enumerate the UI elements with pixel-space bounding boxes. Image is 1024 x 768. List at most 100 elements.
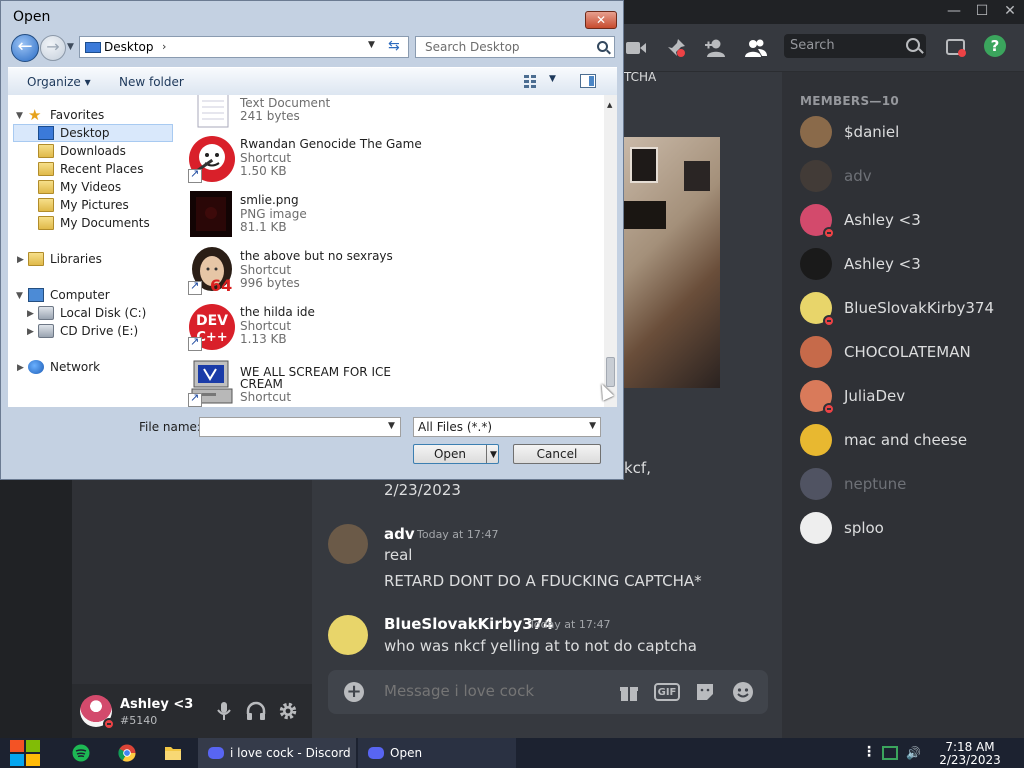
address-dropdown-icon[interactable]: ▼ <box>368 40 375 50</box>
member-item[interactable]: neptune <box>800 464 1020 504</box>
view-options-icon[interactable] <box>524 73 542 89</box>
preview-pane-icon[interactable] <box>580 74 596 88</box>
nav-computer[interactable]: Computer <box>28 286 110 304</box>
member-avatar[interactable] <box>800 468 832 500</box>
nav-my-pictures[interactable]: My Pictures <box>38 196 129 214</box>
file-item[interactable]: DEVC++ the hilda ide Shortcut 1.13 KB <box>186 303 596 359</box>
recent-locations-icon[interactable]: ▼ <box>67 42 74 52</box>
member-avatar[interactable] <box>800 204 835 239</box>
member-avatar[interactable] <box>800 424 832 456</box>
user-name[interactable]: Ashley <3 <box>120 697 193 712</box>
taskbar-open-dialog-window[interactable]: Open <box>358 738 516 768</box>
dialog-close-button[interactable]: ✕ <box>585 11 617 29</box>
microphone-icon[interactable] <box>214 701 234 721</box>
cancel-button[interactable]: Cancel <box>513 444 601 464</box>
member-avatar[interactable] <box>800 292 835 327</box>
inbox-icon[interactable] <box>944 36 968 60</box>
clock-date[interactable]: 2/23/2023 <box>938 753 1002 767</box>
forward-arrow-icon[interactable]: → <box>40 35 66 61</box>
file-item[interactable]: Rwandan Genocide The Game Shortcut 1.50 … <box>186 135 596 191</box>
nav-cd-drive[interactable]: CD Drive (E:) <box>38 322 138 340</box>
nav-libraries[interactable]: Libraries <box>28 250 102 268</box>
nav-recent-places[interactable]: Recent Places <box>38 160 143 178</box>
address-text[interactable]: Desktop <box>104 40 154 54</box>
message-image[interactable] <box>624 137 720 388</box>
network-tray-icon[interactable] <box>882 746 898 760</box>
member-item[interactable]: BlueSlovakKirby374 <box>800 288 1020 328</box>
member-avatar[interactable] <box>800 116 832 148</box>
member-avatar[interactable] <box>800 248 832 280</box>
open-options-arrow-icon[interactable]: ▼ <box>490 446 497 464</box>
message-author[interactable]: adv <box>384 525 415 543</box>
taskbar-discord-window[interactable]: i love cock - Discord <box>198 738 356 768</box>
collapse-arrow-icon[interactable]: ▼ <box>16 291 23 301</box>
scroll-up-arrow-icon[interactable]: ▲ <box>607 101 612 109</box>
file-name-dropdown-icon[interactable]: ▼ <box>388 421 395 431</box>
member-item[interactable]: JuliaDev <box>800 376 1020 416</box>
nav-network[interactable]: Network <box>28 358 100 376</box>
sticker-icon[interactable] <box>694 681 716 703</box>
back-arrow-icon[interactable]: ← <box>11 34 39 62</box>
member-item[interactable]: sploo <box>800 508 1020 548</box>
maximize-icon[interactable]: ☐ <box>968 0 996 24</box>
nav-local-disk[interactable]: Local Disk (C:) <box>38 304 146 322</box>
member-item[interactable]: Ashley <3 <box>800 200 1020 240</box>
new-folder-button[interactable]: New folder <box>119 75 184 89</box>
attach-plus-icon[interactable]: + <box>344 682 364 702</box>
dialog-search-input[interactable]: Search Desktop <box>415 36 615 58</box>
minimize-icon[interactable]: — <box>940 0 968 24</box>
settings-gear-icon[interactable] <box>278 701 298 721</box>
add-friend-icon[interactable] <box>704 36 728 60</box>
emoji-icon[interactable] <box>732 681 754 703</box>
user-avatar[interactable] <box>80 695 115 730</box>
organize-button[interactable]: Organize ▾ <box>27 75 91 89</box>
nav-desktop[interactable]: Desktop <box>13 124 173 142</box>
help-icon[interactable]: ? <box>984 35 1006 57</box>
file-item[interactable]: WE ALL SCREAM FOR ICE CREAM Shortcut <box>186 359 596 407</box>
nav-favorites[interactable]: ★ Favorites <box>28 106 104 124</box>
member-item[interactable]: adv <box>800 156 1020 196</box>
expand-arrow-icon[interactable]: ▶ <box>17 255 24 265</box>
clock-time[interactable]: 7:18 AM <box>944 740 996 754</box>
avatar[interactable] <box>328 524 368 564</box>
nav-my-documents[interactable]: My Documents <box>38 214 150 232</box>
headphones-icon[interactable] <box>246 701 266 721</box>
avatar[interactable] <box>328 615 368 655</box>
member-item[interactable]: Ashley <3 <box>800 244 1020 284</box>
member-item[interactable]: mac and cheese <box>800 420 1020 460</box>
expand-arrow-icon[interactable]: ▶ <box>27 309 34 319</box>
pinned-messages-icon[interactable] <box>664 36 688 60</box>
member-item[interactable]: CHOCOLATEMAN <box>800 332 1020 372</box>
member-avatar[interactable] <box>800 336 832 368</box>
nav-my-videos[interactable]: My Videos <box>38 178 121 196</box>
member-avatar[interactable] <box>800 160 832 192</box>
gif-button[interactable]: GIF <box>654 683 680 701</box>
expand-arrow-icon[interactable]: ▶ <box>27 327 34 337</box>
expand-arrow-icon[interactable]: ▶ <box>17 363 24 373</box>
spotify-icon[interactable] <box>68 741 94 765</box>
search-input[interactable]: Search <box>784 34 926 58</box>
file-item[interactable]: smlie.png PNG image 81.1 KB <box>186 191 596 247</box>
file-item[interactable]: 64 the above but no sexrays Shortcut 996… <box>186 247 596 303</box>
message-input[interactable] <box>384 682 604 700</box>
chrome-icon[interactable] <box>114 741 140 765</box>
member-item[interactable]: $daniel <box>800 112 1020 152</box>
member-avatar[interactable] <box>800 512 832 544</box>
file-name-input[interactable]: ▼ <box>199 417 401 437</box>
nav-downloads[interactable]: Downloads <box>38 142 126 160</box>
open-button[interactable]: Open ▼ <box>413 444 499 464</box>
gift-icon[interactable] <box>618 681 640 703</box>
file-type-dropdown-icon[interactable]: ▼ <box>589 421 596 431</box>
close-icon[interactable]: ✕ <box>996 0 1024 24</box>
file-explorer-icon[interactable] <box>160 741 186 765</box>
member-avatar[interactable] <box>800 380 835 415</box>
view-dropdown-icon[interactable]: ▼ <box>549 74 556 84</box>
vertical-scrollbar[interactable]: ▲ <box>604 95 617 407</box>
video-call-icon[interactable] <box>624 36 648 60</box>
collapse-arrow-icon[interactable]: ▼ <box>16 111 23 121</box>
windows-start-icon[interactable] <box>10 740 42 766</box>
address-bar[interactable]: Desktop › ▼ ⇆ <box>79 36 409 58</box>
volume-tray-icon[interactable]: 🔊 <box>906 746 922 760</box>
tray-overflow-icon[interactable]: ⋮ <box>862 744 876 760</box>
refresh-icon[interactable]: ⇆ <box>388 38 400 54</box>
